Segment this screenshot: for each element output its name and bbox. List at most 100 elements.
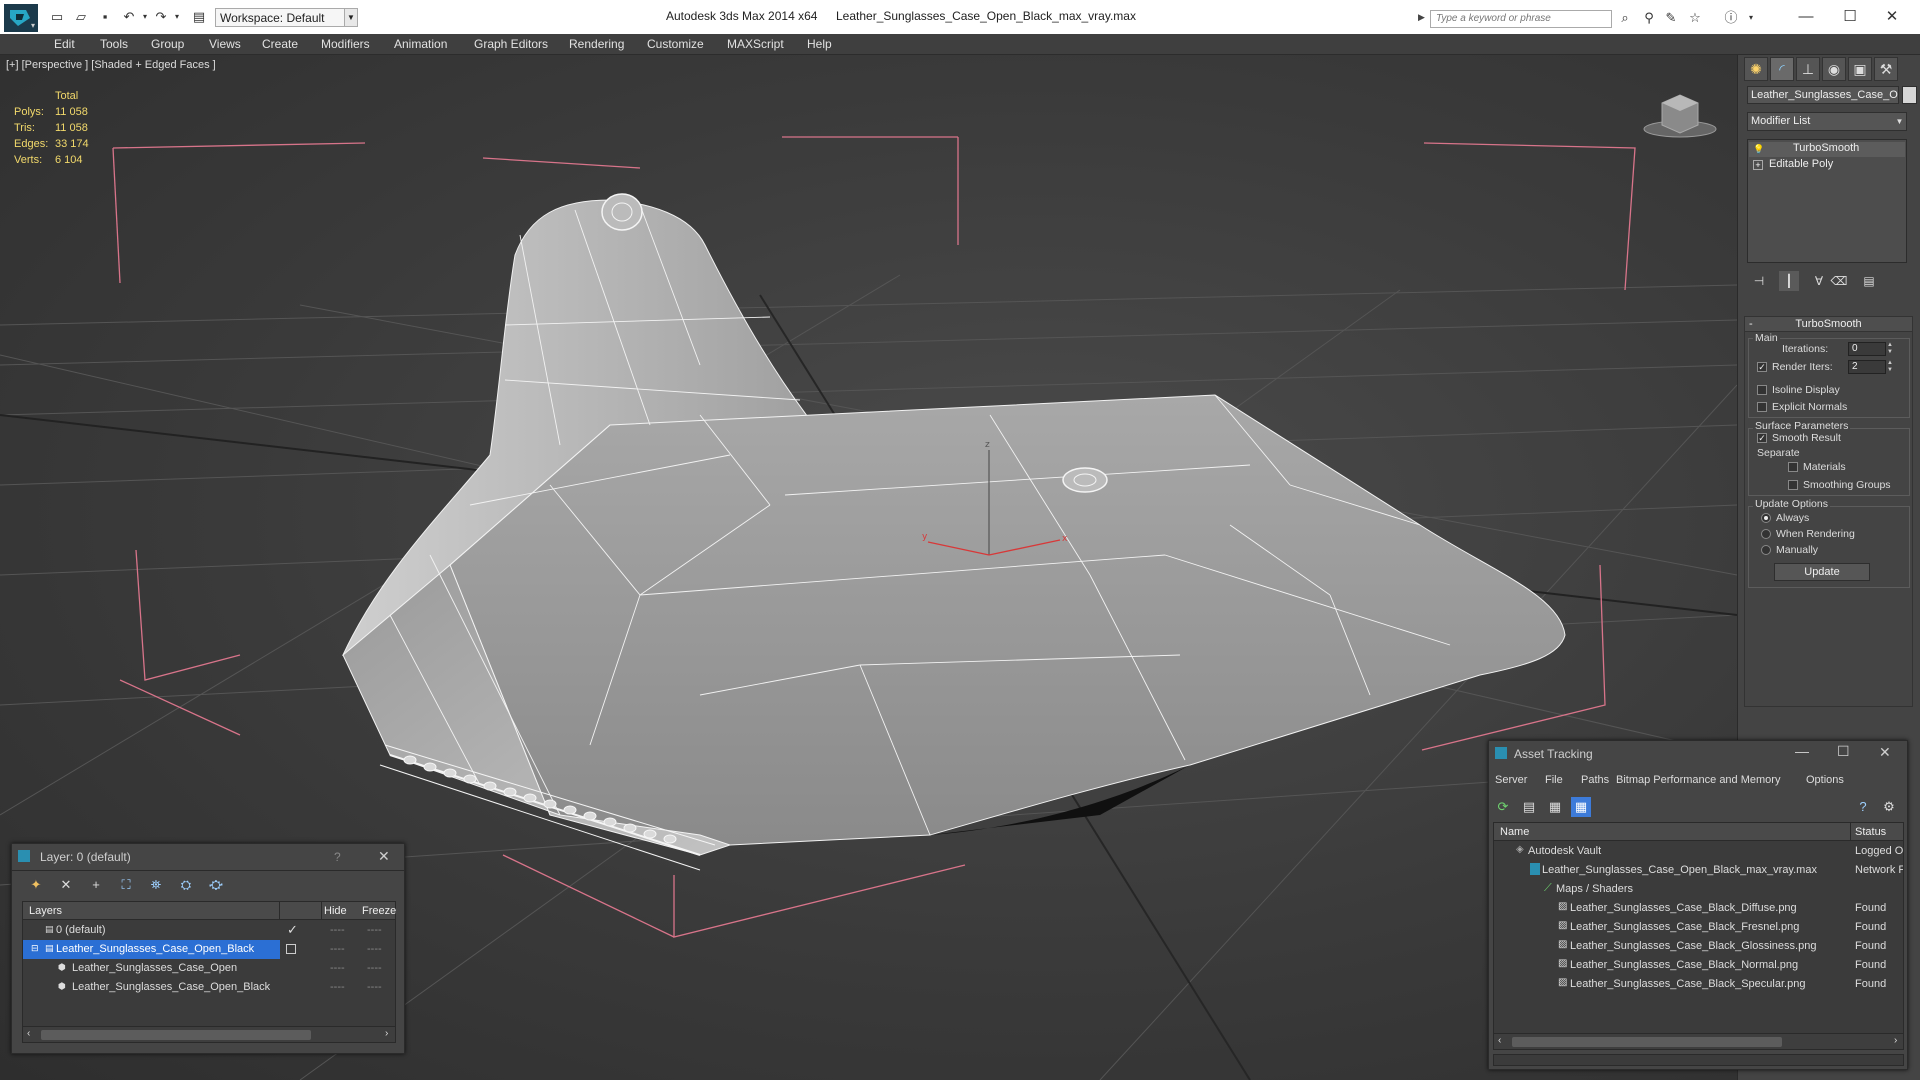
favorites-star-icon[interactable]: ☆ (1686, 10, 1704, 26)
freeze-toggle[interactable]: ---- (367, 981, 382, 993)
search-expand-icon[interactable]: ▶ (1418, 12, 1425, 23)
asset-menu-paths[interactable]: Paths (1581, 774, 1609, 786)
maximize-icon[interactable]: ☐ (1837, 743, 1850, 760)
asset-row[interactable]: ▨ Leather_Sunglasses_Case_Black_Diffuse.… (1494, 899, 1903, 918)
list-view-icon[interactable]: ▤ (1519, 797, 1539, 817)
menu-help[interactable]: Help (807, 37, 832, 51)
binoculars-icon[interactable]: ⌕ (1616, 10, 1634, 26)
horizontal-scrollbar[interactable]: ‹ › (1494, 1033, 1903, 1049)
menu-modifiers[interactable]: Modifiers (321, 37, 370, 51)
save-file-icon[interactable]: ▪ (96, 9, 114, 25)
menu-graph-editors[interactable]: Graph Editors (474, 37, 548, 51)
pin-stack-icon[interactable]: ⊣ (1749, 271, 1769, 291)
table-view-icon[interactable]: ▦ (1571, 797, 1591, 817)
horizontal-scrollbar[interactable]: ‹ › (23, 1026, 395, 1042)
expand-collapse-icon[interactable]: ⊟ (31, 943, 39, 954)
menu-customize[interactable]: Customize (647, 37, 704, 51)
project-folder-icon[interactable]: ▤ (190, 9, 208, 25)
object-name-field[interactable]: Leather_Sunglasses_Case_O (1747, 86, 1899, 104)
col-hide[interactable]: Hide (324, 905, 347, 917)
spinner-arrows-icon[interactable]: ▲ ▼ (1886, 342, 1894, 356)
show-end-result-icon[interactable]: ┃ (1779, 271, 1799, 291)
scroll-left-icon[interactable]: ‹ (1498, 1035, 1501, 1046)
asset-menu-server[interactable]: Server (1495, 774, 1527, 786)
when-rendering-radio[interactable] (1761, 529, 1771, 539)
col-layers[interactable]: Layers (29, 905, 62, 917)
object-color-swatch[interactable] (1902, 86, 1917, 104)
col-status[interactable]: Status (1855, 826, 1886, 838)
make-unique-icon[interactable]: ∀ (1809, 271, 1829, 291)
layer-window-titlebar[interactable]: Layer: 0 (default) ? ✕ (12, 844, 404, 870)
hide-all-layers-icon[interactable]: ⛭ (176, 875, 196, 895)
explicit-normals-checkbox[interactable] (1757, 402, 1767, 412)
col-name[interactable]: Name (1500, 826, 1529, 838)
asset-row[interactable]: Leather_Sunglasses_Case_Open_Black_max_v… (1494, 861, 1903, 880)
menu-views[interactable]: Views (209, 37, 241, 51)
stack-item-editable-poly[interactable]: + Editable Poly (1749, 158, 1905, 173)
stack-item-turbosmooth[interactable]: 💡 TurboSmooth (1749, 142, 1905, 157)
update-button[interactable]: Update (1774, 563, 1870, 581)
menu-create[interactable]: Create (262, 37, 298, 51)
expand-plus-icon[interactable]: + (1753, 160, 1763, 170)
lightbulb-icon[interactable]: 💡 (1753, 144, 1764, 154)
smoothing-groups-checkbox[interactable] (1788, 480, 1798, 490)
hide-toggle[interactable]: ---- (330, 962, 345, 974)
close-icon[interactable]: ✕ (378, 848, 390, 865)
detail-view-icon[interactable]: ▦ (1545, 797, 1565, 817)
asset-row[interactable]: ◈ Autodesk Vault Logged O (1494, 842, 1903, 861)
asset-row[interactable]: ▨ Leather_Sunglasses_Case_Black_Glossine… (1494, 937, 1903, 956)
app-logo-button[interactable]: ▾ (4, 4, 38, 32)
asset-menu-options[interactable]: Options (1806, 774, 1844, 786)
layer-row[interactable]: ⬢ Leather_Sunglasses_Case_Open_Black ---… (23, 978, 395, 997)
menu-tools[interactable]: Tools (100, 37, 128, 51)
create-tab-icon[interactable]: ✺ (1744, 57, 1768, 81)
subscription-icon[interactable]: ⚲ (1640, 10, 1658, 26)
set-current-layer-box[interactable] (286, 944, 296, 954)
hide-toggle[interactable]: ---- (330, 924, 345, 936)
col-freeze[interactable]: Freeze (362, 905, 396, 917)
hierarchy-tab-icon[interactable]: ⊥ (1796, 57, 1820, 81)
always-radio[interactable] (1761, 513, 1771, 523)
asset-row[interactable]: ▨ Leather_Sunglasses_Case_Black_Specular… (1494, 975, 1903, 994)
asset-row[interactable]: ⟋ Maps / Shaders (1494, 880, 1903, 899)
utilities-tab-icon[interactable]: ⚒ (1874, 57, 1898, 81)
configure-sets-icon[interactable]: ▤ (1859, 271, 1879, 291)
motion-tab-icon[interactable]: ◉ (1822, 57, 1846, 81)
iterations-spinner[interactable]: 0 (1848, 342, 1886, 356)
chevron-down-icon[interactable]: ▼ (1893, 113, 1906, 130)
scroll-thumb[interactable] (41, 1030, 311, 1040)
menu-edit[interactable]: Edit (54, 37, 75, 51)
rollout-header-turbosmooth[interactable]: - TurboSmooth (1744, 316, 1913, 332)
manually-radio[interactable] (1761, 545, 1771, 555)
delete-layer-icon[interactable]: ✕ (56, 875, 76, 895)
chevron-down-icon[interactable]: ▼ (344, 8, 358, 27)
scroll-right-icon[interactable]: › (385, 1028, 388, 1039)
menu-maxscript[interactable]: MAXScript (727, 37, 784, 51)
layer-row[interactable]: ▤ 0 (default) ✓ ---- ---- (23, 921, 395, 940)
add-to-layer-icon[interactable]: + (86, 875, 106, 895)
refresh-icon[interactable]: ⟳ (1493, 797, 1513, 817)
help-button[interactable]: ? (334, 850, 341, 864)
modify-tab-icon[interactable]: ◜ (1770, 57, 1794, 81)
menu-rendering[interactable]: Rendering (569, 37, 624, 51)
open-file-icon[interactable]: ▱ (72, 9, 90, 25)
search-input[interactable]: Type a keyword or phrase (1430, 10, 1612, 28)
scroll-right-icon[interactable]: › (1894, 1035, 1897, 1046)
communication-icon[interactable]: ✎ (1662, 10, 1680, 26)
create-layer-icon[interactable]: ✦ (26, 875, 46, 895)
viewport-label[interactable]: [+] [Perspective ] [Shaded + Edged Faces… (6, 59, 216, 71)
workspace-dropdown[interactable]: Workspace: Default (215, 8, 358, 27)
hide-toggle[interactable]: ---- (330, 981, 345, 993)
smooth-result-checkbox[interactable]: ✓ (1757, 433, 1767, 443)
close-icon[interactable]: ✕ (1872, 6, 1912, 28)
freeze-all-layers-icon[interactable]: ⛮ (206, 875, 226, 895)
layer-row[interactable]: ⬢ Leather_Sunglasses_Case_Open ---- ---- (23, 959, 395, 978)
highlight-layer-icon[interactable]: ⛯ (146, 875, 166, 895)
spinner-arrows-icon[interactable]: ▲ ▼ (1886, 360, 1894, 374)
display-tab-icon[interactable]: ▣ (1848, 57, 1872, 81)
viewcube-icon[interactable] (1640, 91, 1720, 141)
scroll-left-icon[interactable]: ‹ (27, 1028, 30, 1039)
minimize-icon[interactable]: — (1795, 743, 1809, 759)
maximize-icon[interactable]: ☐ (1830, 6, 1870, 28)
freeze-toggle[interactable]: ---- (367, 962, 382, 974)
